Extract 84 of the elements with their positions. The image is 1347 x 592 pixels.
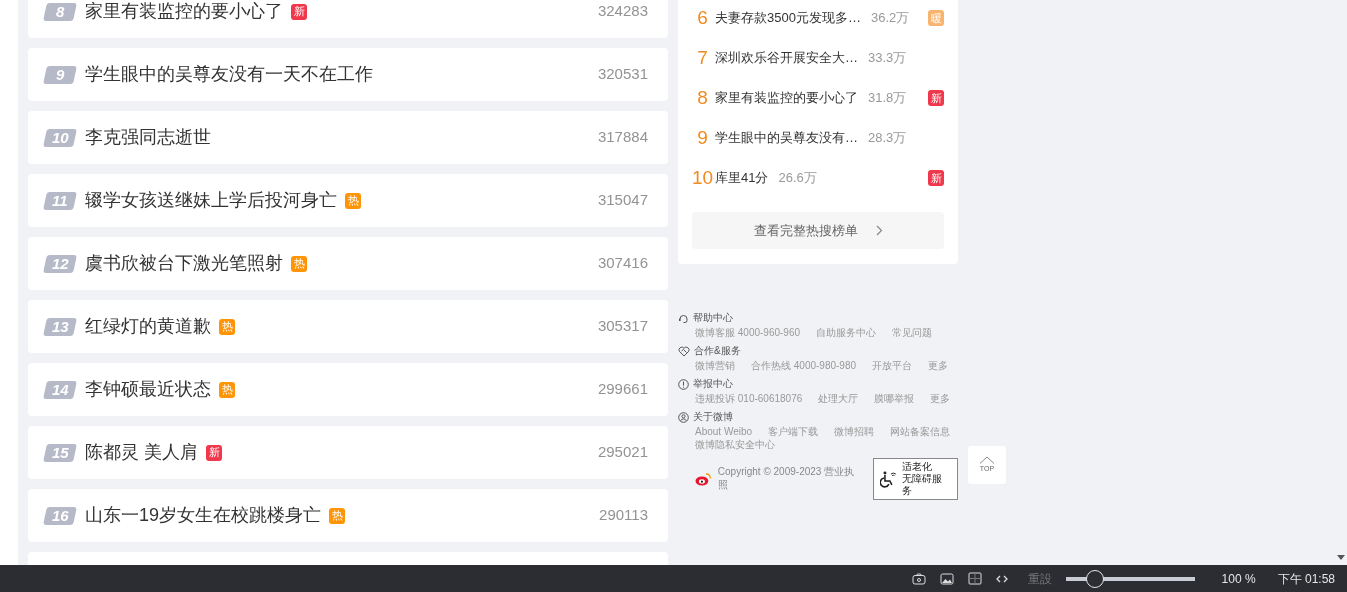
heart-handshake-icon [678, 345, 690, 357]
topic-link[interactable]: 夫妻存款3500元发现多… [715, 8, 861, 28]
hot-tag: 热 [345, 192, 361, 209]
topic-link[interactable]: 家里有装监控的要小心了 [715, 88, 858, 108]
warm-tag: 暖 [928, 10, 944, 26]
chevron-right-icon [875, 225, 883, 236]
rank-badge: 14 [43, 380, 77, 399]
topic-title[interactable]: 红绿灯的黄道歉 [85, 313, 211, 340]
section-heading: 举报中心 [693, 378, 733, 391]
topic-title[interactable]: 李克强同志逝世 [85, 124, 211, 151]
topic-title[interactable]: 李钟硕最近状态 [85, 376, 211, 403]
new-tag: 新 [206, 444, 222, 461]
rank-badge: 13 [43, 317, 77, 336]
view-full-list-button[interactable]: 查看完整热搜榜单 [692, 212, 944, 249]
rank-badge: 8 [43, 2, 77, 21]
heat-count: 320531 [597, 64, 648, 85]
new-tag: 新 [291, 3, 307, 20]
copyright-text: Copyright © 2009-2023 营业执照 [717, 466, 856, 491]
rank-number: 8 [696, 85, 709, 110]
rank-number: 7 [696, 45, 709, 70]
grid-icon[interactable] [967, 572, 982, 585]
hot-tag: 热 [219, 318, 235, 335]
topic-link[interactable]: 深圳欢乐谷开展安全大… [715, 48, 858, 68]
hot-tag: 热 [329, 507, 346, 524]
topic-title[interactable]: 家里有装监控的要小心了 [85, 0, 283, 25]
list-card[interactable]: 15 陈都灵 美人肩 新 295021 [28, 426, 668, 479]
rank-badge: 10 [43, 128, 77, 147]
heat-count: 307416 [597, 253, 648, 274]
list-card[interactable]: 14 李钟硕最近状态 热 299661 [28, 363, 668, 416]
list-card[interactable]: 12 虞书欣被台下激光笔照射 热 307416 [28, 237, 668, 290]
hot-tag: 热 [219, 381, 235, 398]
heat-count: 317884 [597, 127, 648, 148]
heat-count: 299661 [597, 379, 648, 400]
hot-tag: 热 [291, 255, 307, 272]
heat-count: 26.6万 [778, 169, 817, 188]
heat-count: 31.8万 [868, 89, 907, 108]
rank-badge: 12 [43, 254, 77, 273]
section-heading: 合作&服务 [694, 345, 741, 358]
list-card[interactable]: 9 学生眼中的吴尊友没有一天不在工作 320531 [28, 48, 668, 101]
topic-link[interactable]: 学生眼中的吴尊友没有… [715, 128, 858, 148]
heat-count: 295021 [597, 442, 648, 463]
wheelchair-icon [879, 469, 898, 488]
topic-title[interactable]: 辍学女孩送继妹上学后投河身亡 [85, 187, 337, 214]
accessibility-badge[interactable]: 适老化 无障碍服务 [872, 457, 958, 500]
user-circle-icon [678, 411, 689, 423]
image-icon[interactable] [939, 572, 954, 585]
topic-link[interactable]: 库里41分 [715, 168, 769, 188]
section-heading: 帮助中心 [693, 312, 733, 325]
list-card[interactable]: 8 家里有装监控的要小心了 新 324283 [28, 0, 668, 38]
heat-count: 28.3万 [868, 129, 907, 148]
rank-number: 9 [696, 125, 709, 150]
new-tag: 新 [928, 90, 944, 106]
heat-count: 33.3万 [868, 49, 907, 68]
topic-title[interactable]: 陈都灵 美人肩 [85, 439, 198, 466]
topic-title[interactable]: 学生眼中的吴尊友没有一天不在工作 [85, 61, 373, 88]
section-heading: 关于微博 [693, 411, 733, 424]
heat-count: 324283 [597, 1, 648, 22]
rank-badge: 16 [43, 506, 77, 525]
heat-count: 36.2万 [870, 9, 910, 28]
list-card[interactable]: 10 李克强同志逝世 317884 [28, 111, 668, 164]
weibo-logo-icon [695, 471, 712, 486]
new-tag: 新 [928, 170, 944, 186]
heat-count: 290113 [599, 505, 648, 526]
chevron-up-icon [979, 455, 995, 464]
heat-count: 315047 [597, 190, 648, 211]
heat-count: 305317 [597, 316, 648, 337]
code-icon[interactable] [995, 573, 1008, 584]
rank-badge: 15 [43, 443, 77, 462]
zoom-reading: 100 % [1221, 570, 1256, 588]
exclamation-circle-icon [678, 378, 689, 390]
slider-thumb[interactable] [1085, 569, 1104, 588]
camera-icon[interactable] [911, 572, 926, 585]
rank-number: 10 [692, 165, 713, 190]
list-card[interactable]: 11 辍学女孩送继妹上学后投河身亡 热 315047 [28, 174, 668, 227]
headset-icon [678, 312, 689, 324]
list-card[interactable]: 16 山东一19岁女生在校跳楼身亡 热 290113 [28, 489, 668, 542]
rank-badge: 9 [43, 65, 77, 84]
topic-title[interactable]: 虞书欣被台下激光笔照射 [85, 250, 283, 277]
scroll-down-arrow-icon[interactable] [1337, 555, 1345, 561]
topic-title[interactable]: 山东一19岁女生在校跳楼身亡 [85, 502, 322, 529]
clock-time: 下午 01:58 [1277, 570, 1335, 588]
rank-badge: 11 [43, 191, 77, 210]
rank-number: 6 [696, 5, 709, 30]
list-card[interactable]: 13 红绿灯的黄道歉 热 305317 [28, 300, 668, 353]
